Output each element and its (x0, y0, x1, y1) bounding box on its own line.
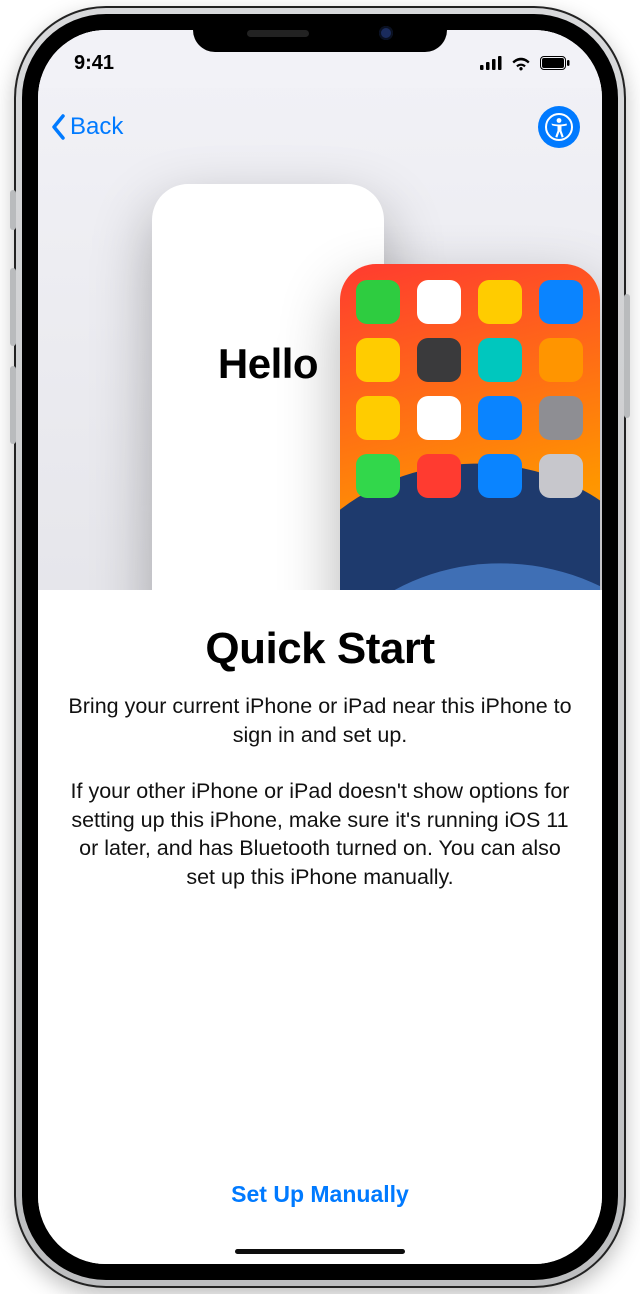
speaker-grille (247, 30, 309, 37)
mock-app-grid (356, 280, 584, 498)
mock-app-icon (539, 396, 583, 440)
nav-bar: Back (38, 102, 602, 152)
volume-up-button (10, 268, 16, 346)
mock-app-icon (478, 454, 522, 498)
front-camera (379, 26, 393, 40)
body-paragraph-2: If your other iPhone or iPad doesn't sho… (68, 777, 572, 891)
mock-app-icon (356, 396, 400, 440)
mock-app-icon (417, 454, 461, 498)
battery-icon (540, 56, 570, 70)
mock-app-icon (417, 280, 461, 324)
screen: Hello 9:41 (38, 30, 602, 1264)
mock-app-icon (539, 338, 583, 382)
wifi-icon (510, 55, 532, 71)
mock-app-icon (417, 338, 461, 382)
home-indicator (235, 1249, 405, 1254)
mock-app-icon (478, 396, 522, 440)
page-title: Quick Start (68, 624, 572, 674)
chevron-left-icon (50, 112, 68, 142)
back-button[interactable]: Back (50, 112, 123, 142)
volume-down-button (10, 366, 16, 444)
mock-app-icon (478, 338, 522, 382)
mute-switch (10, 190, 16, 230)
side-button (624, 294, 630, 418)
content: Quick Start Bring your current iPhone or… (38, 590, 602, 1264)
accessibility-icon (544, 112, 574, 142)
accessibility-button[interactable] (538, 106, 580, 148)
cellular-icon (480, 56, 502, 70)
set-up-manually-button[interactable]: Set Up Manually (38, 1181, 602, 1208)
device-frame: Hello 9:41 (14, 6, 626, 1288)
device-notch (193, 14, 447, 52)
mock-app-icon (539, 280, 583, 324)
mock-app-icon (417, 396, 461, 440)
mock-hello-text: Hello (218, 340, 318, 388)
mock-phone-homescreen (340, 264, 600, 590)
mock-app-icon (356, 454, 400, 498)
back-label: Back (70, 113, 123, 141)
mock-app-icon (539, 454, 583, 498)
body-paragraph-1: Bring your current iPhone or iPad near t… (68, 692, 572, 749)
mock-app-icon (356, 338, 400, 382)
mock-app-icon (478, 280, 522, 324)
mock-app-icon (356, 280, 400, 324)
status-time: 9:41 (74, 52, 114, 75)
device-bezel: Hello 9:41 (22, 14, 618, 1280)
